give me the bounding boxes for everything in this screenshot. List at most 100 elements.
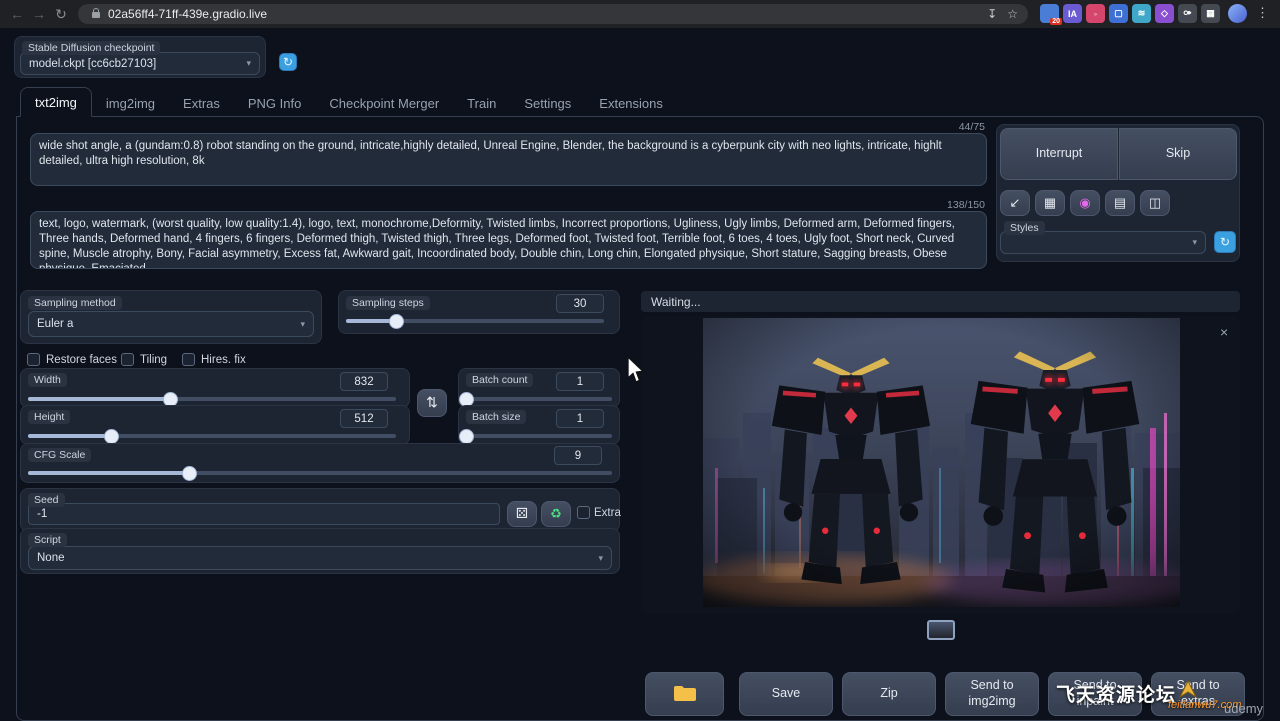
- paste-params-button[interactable]: ↙: [1000, 190, 1030, 216]
- sampling-method-dropdown[interactable]: Euler a ▾: [28, 311, 314, 337]
- open-folder-button[interactable]: [645, 672, 724, 716]
- tab-checkpoint-merger[interactable]: Checkpoint Merger: [315, 89, 453, 117]
- tab-extensions[interactable]: Extensions: [585, 89, 677, 117]
- seed-label: Seed: [28, 493, 65, 507]
- back-icon[interactable]: ←: [6, 6, 28, 22]
- batch-count-slider[interactable]: [466, 392, 612, 406]
- random-seed-button[interactable]: ⚄: [507, 501, 537, 527]
- checkpoint-dropdown[interactable]: model.ckpt [cc6cb27103] ▾: [20, 52, 260, 75]
- close-image-icon[interactable]: ×: [1220, 324, 1228, 340]
- extra-networks-icon: ◉: [1079, 195, 1090, 211]
- prompt-input[interactable]: wide shot angle, a (gundam:0.8) robot st…: [30, 133, 987, 186]
- restore-faces-checkbox[interactable]: [27, 353, 40, 366]
- skip-button[interactable]: Skip: [1119, 128, 1237, 180]
- browser-menu-icon[interactable]: ⋮: [1256, 5, 1269, 21]
- width-number[interactable]: [340, 372, 388, 391]
- extension-icon[interactable]: IA: [1063, 4, 1082, 23]
- interrupt-button[interactable]: Interrupt: [1000, 128, 1118, 180]
- slider-thumb[interactable]: [389, 314, 404, 329]
- hires-fix-label: Hires. fix: [201, 354, 246, 366]
- chevron-down-icon: ▾: [1192, 237, 1197, 248]
- tab-settings[interactable]: Settings: [510, 89, 585, 117]
- extra-networks-button[interactable]: ◉: [1070, 190, 1100, 216]
- apply-style-button[interactable]: ▤: [1105, 190, 1135, 216]
- script-value: None: [37, 552, 65, 564]
- address-bar[interactable]: 02a56ff4-71ff-439e.gradio.live ↧ ☆: [78, 4, 1028, 24]
- batch-size-label: Batch size: [466, 410, 526, 424]
- save-button[interactable]: Save: [739, 672, 833, 716]
- slider-thumb[interactable]: [104, 429, 119, 444]
- sampling-steps-label: Sampling steps: [346, 296, 430, 310]
- tab-png-info[interactable]: PNG Info: [234, 89, 315, 117]
- tab-img2img[interactable]: img2img: [92, 89, 169, 117]
- dice-icon: ⚄: [516, 505, 528, 523]
- checkpoint-value: model.ckpt [cc6cb27103]: [29, 58, 156, 70]
- profile-avatar[interactable]: [1228, 4, 1247, 23]
- negative-token-counter: 138/150: [885, 199, 985, 211]
- tiling-label: Tiling: [140, 354, 167, 366]
- chevron-down-icon: ▾: [598, 553, 603, 564]
- batch-count-number[interactable]: [556, 372, 604, 391]
- slider-thumb[interactable]: [459, 429, 474, 444]
- chevron-down-icon: ▾: [300, 319, 305, 330]
- clear-prompt-button[interactable]: ▦: [1035, 190, 1065, 216]
- paste-arrow-icon: ↙: [1010, 195, 1021, 211]
- save-style-icon: ◫: [1149, 195, 1161, 211]
- extension-icon[interactable]: ▦: [1201, 4, 1220, 23]
- tab-train[interactable]: Train: [453, 89, 510, 117]
- generated-image[interactable]: [703, 318, 1180, 607]
- styles-label: Styles: [1004, 221, 1045, 235]
- extension-icon[interactable]: ≋: [1132, 4, 1151, 23]
- styles-refresh-button[interactable]: ↻: [1214, 231, 1236, 253]
- watermark-corner: udemy: [1224, 701, 1263, 716]
- cfg-scale-slider[interactable]: [28, 466, 612, 480]
- watermark-arrow-icon: [1178, 680, 1198, 698]
- width-slider[interactable]: [28, 392, 396, 406]
- sampling-method-label: Sampling method: [28, 296, 122, 310]
- script-dropdown[interactable]: None ▾: [28, 546, 612, 570]
- sampling-steps-number[interactable]: [556, 294, 604, 313]
- extension-icon[interactable]: 20: [1040, 4, 1059, 23]
- checkpoint-refresh-button[interactable]: ↻: [279, 53, 297, 71]
- batch-size-number[interactable]: [556, 409, 604, 428]
- swap-arrows-icon: ⇅: [426, 394, 438, 412]
- zip-button[interactable]: Zip: [842, 672, 936, 716]
- folder-icon: [673, 685, 697, 703]
- checkpoint-label: Stable Diffusion checkpoint: [22, 41, 160, 55]
- height-number[interactable]: [340, 409, 388, 428]
- negative-prompt-input[interactable]: text, logo, watermark, (worst quality, l…: [30, 211, 987, 269]
- extension-icon[interactable]: ◦: [1086, 4, 1105, 23]
- cfg-scale-label: CFG Scale: [28, 448, 91, 462]
- tab-extras[interactable]: Extras: [169, 89, 234, 117]
- lock-icon: [92, 12, 100, 18]
- slider-thumb[interactable]: [182, 466, 197, 481]
- tiling-checkbox[interactable]: [121, 353, 134, 366]
- install-icon[interactable]: ↧: [987, 7, 997, 21]
- height-slider[interactable]: [28, 429, 396, 443]
- seed-input[interactable]: [28, 503, 500, 525]
- reuse-seed-button[interactable]: ♻: [541, 501, 571, 527]
- extension-icon[interactable]: ◇: [1155, 4, 1174, 23]
- send-to-img2img-button[interactable]: Send to img2img: [945, 672, 1039, 716]
- browser-chrome: ← → ↻ 02a56ff4-71ff-439e.gradio.live ↧ ☆…: [0, 0, 1280, 28]
- extensions-puzzle-icon[interactable]: ⚩: [1178, 4, 1197, 23]
- forward-icon[interactable]: →: [28, 6, 50, 22]
- status-text: Waiting...: [651, 295, 701, 309]
- cfg-scale-number[interactable]: [554, 446, 602, 465]
- batch-size-slider[interactable]: [466, 429, 612, 443]
- tab-txt2img[interactable]: txt2img: [20, 87, 92, 117]
- main-tabs: txt2img img2img Extras PNG Info Checkpoi…: [20, 89, 677, 117]
- gallery-thumbnail[interactable]: [927, 620, 955, 640]
- seed-extra-checkbox[interactable]: [577, 506, 590, 519]
- extension-icon[interactable]: ▢: [1109, 4, 1128, 23]
- chevron-down-icon: ▾: [246, 58, 251, 69]
- bookmark-star-icon[interactable]: ☆: [1007, 7, 1018, 21]
- watermark-text: 飞天资源论坛: [1056, 680, 1176, 707]
- extension-badge: 20: [1050, 18, 1062, 25]
- reload-icon[interactable]: ↻: [50, 6, 72, 23]
- prompt-token-counter: 44/75: [885, 121, 985, 133]
- save-style-button[interactable]: ◫: [1140, 190, 1170, 216]
- swap-dimensions-button[interactable]: ⇅: [417, 389, 447, 417]
- hires-fix-checkbox[interactable]: [182, 353, 195, 366]
- sampling-steps-slider[interactable]: [346, 314, 604, 328]
